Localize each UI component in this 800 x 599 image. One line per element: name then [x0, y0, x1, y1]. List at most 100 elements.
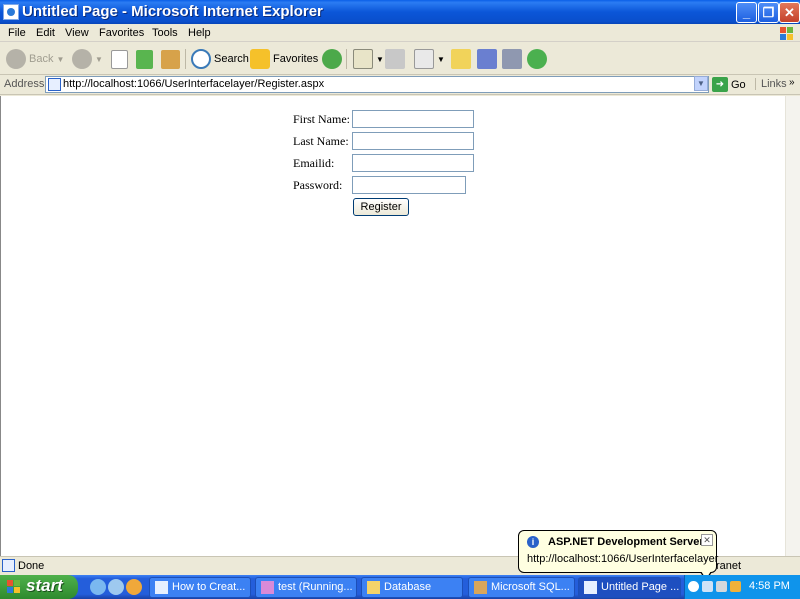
search-button[interactable]: Search — [191, 47, 249, 71]
first-name-input[interactable] — [352, 110, 474, 128]
messenger-button[interactable] — [527, 47, 547, 71]
research-icon — [477, 49, 497, 69]
windows-logo-icon — [7, 580, 21, 594]
menu-tools[interactable]: Tools — [152, 27, 178, 39]
page-icon — [48, 78, 61, 91]
research-button[interactable] — [477, 47, 497, 71]
clock: 4:58 PM — [749, 580, 790, 592]
desktop-quicklaunch-icon[interactable] — [108, 579, 124, 595]
history-icon — [322, 49, 342, 69]
taskbar-item-database[interactable]: Database — [361, 577, 463, 598]
email-input[interactable] — [352, 154, 474, 172]
close-button[interactable]: ✕ — [779, 2, 800, 23]
toolbar: Back ▼ ▼ Search Favorites ▼ ▼ — [0, 43, 800, 75]
media-quicklaunch-icon[interactable] — [126, 579, 142, 595]
chevron-right-icon[interactable]: » — [789, 77, 795, 88]
task-label: How to Creat... — [172, 581, 246, 593]
back-dropdown-icon: ▼ — [56, 54, 65, 64]
toolbar-separator — [346, 49, 347, 69]
balloon-text: http://localhost:1066/UserInterfacelayer — [527, 553, 719, 565]
menu-help[interactable]: Help — [188, 27, 211, 39]
home-button[interactable] — [161, 47, 180, 71]
windows-logo-icon — [772, 24, 798, 42]
edit-icon — [414, 49, 434, 69]
show-hidden-icons-icon[interactable] — [688, 581, 699, 592]
ie-quicklaunch-icon[interactable] — [90, 579, 106, 595]
minimize-button[interactable]: _ — [736, 2, 757, 23]
discuss-button[interactable] — [451, 47, 471, 71]
discuss-icon — [451, 49, 471, 69]
forward-arrow-icon — [72, 49, 92, 69]
aspnet-server-icon[interactable] — [730, 581, 741, 592]
refresh-icon — [136, 49, 153, 69]
menu-favorites[interactable]: Favorites — [99, 27, 144, 39]
back-arrow-icon — [6, 49, 26, 69]
search-label: Search — [214, 53, 249, 65]
go-arrow-icon: ➜ — [712, 77, 728, 92]
address-bar: Address http://localhost:1066/UserInterf… — [0, 75, 800, 95]
address-dropdown-icon[interactable]: ▼ — [694, 76, 708, 91]
register-button[interactable]: Register — [353, 198, 409, 216]
back-button[interactable]: Back ▼ — [6, 47, 64, 71]
taskbar-item-how-to-create[interactable]: How to Creat... — [149, 577, 251, 598]
ie-window: Untitled Page - Microsoft Internet Explo… — [0, 0, 800, 599]
ie-page-icon — [584, 581, 597, 594]
home-icon — [161, 49, 180, 69]
start-button[interactable]: start — [0, 575, 78, 599]
favorites-button[interactable]: Favorites — [250, 47, 318, 71]
page-status-icon — [2, 559, 15, 572]
go-label: Go — [731, 78, 746, 91]
mail-button[interactable]: ▼ — [353, 47, 384, 71]
favorites-label: Favorites — [273, 53, 319, 65]
print-icon — [385, 49, 405, 69]
refresh-button[interactable] — [136, 47, 153, 71]
balloon-title: ASP.NET Development Server — [548, 536, 704, 548]
back-label: Back — [29, 53, 54, 65]
messenger-icon — [527, 49, 547, 69]
menu-file[interactable]: File — [8, 27, 26, 39]
start-label: start — [26, 576, 63, 595]
menu-view[interactable]: View — [65, 27, 89, 39]
page-content: First Name: Last Name: Emailid: Password… — [0, 96, 785, 556]
password-input[interactable] — [352, 176, 466, 194]
history-button[interactable] — [322, 47, 342, 71]
menu-bar: File Edit View Favorites Tools Help — [0, 24, 800, 42]
go-button[interactable]: ➜ Go — [712, 77, 746, 92]
print-button[interactable] — [385, 47, 405, 71]
taskbar-item-test-running[interactable]: test (Running... — [255, 577, 357, 598]
users-icon[interactable] — [716, 581, 727, 592]
status-text: Done — [18, 560, 45, 572]
address-input[interactable]: http://localhost:1066/UserInterfacelayer… — [45, 76, 709, 93]
maximize-button[interactable]: ❐ — [758, 2, 779, 23]
last-name-input[interactable] — [352, 132, 474, 150]
mail-icon — [353, 49, 373, 69]
ie-page-icon — [3, 4, 19, 20]
taskbar-item-untitled-page[interactable]: Untitled Page ... — [578, 577, 681, 598]
edit-button[interactable]: ▼ — [414, 47, 445, 71]
taskbar-item-sql-server[interactable]: Microsoft SQL... — [468, 577, 575, 598]
sql-server-icon — [474, 581, 487, 594]
window-title: Untitled Page - Microsoft Internet Explo… — [22, 3, 323, 20]
media-button[interactable] — [502, 47, 522, 71]
title-bar[interactable]: Untitled Page - Microsoft Internet Explo… — [0, 0, 800, 24]
task-label: Untitled Page ... — [601, 581, 680, 593]
notification-balloon[interactable]: i ASP.NET Development Server http://loca… — [518, 530, 719, 573]
forward-button[interactable]: ▼ — [72, 47, 103, 71]
toolbar-separator — [185, 49, 186, 69]
edit-dropdown-icon: ▼ — [437, 54, 445, 64]
task-label: test (Running... — [278, 581, 353, 593]
close-icon[interactable]: ✕ — [701, 534, 713, 546]
forward-dropdown-icon: ▼ — [95, 54, 103, 64]
mail-dropdown-icon: ▼ — [376, 54, 384, 64]
links-button[interactable]: Links — [755, 78, 787, 90]
network-icon[interactable] — [702, 581, 713, 592]
ie-page-icon — [155, 581, 168, 594]
stop-button[interactable] — [111, 47, 128, 71]
menu-edit[interactable]: Edit — [36, 27, 55, 39]
password-label: Password: — [293, 178, 343, 192]
vertical-scrollbar[interactable] — [785, 96, 800, 556]
system-tray: 4:58 PM — [684, 575, 800, 599]
first-name-label: First Name: — [293, 112, 350, 126]
stop-icon — [111, 49, 128, 69]
folder-icon — [367, 581, 380, 594]
